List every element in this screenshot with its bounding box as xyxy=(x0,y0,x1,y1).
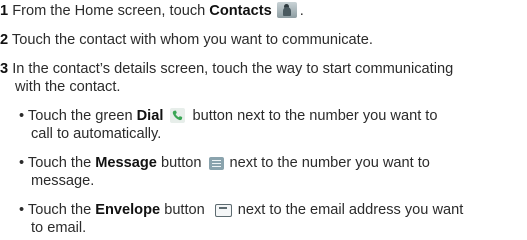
envelope-icon xyxy=(214,204,232,217)
bullet-text: next to the email address you want xyxy=(237,202,464,218)
phone-dial-icon xyxy=(170,108,186,123)
dial-label: Dial xyxy=(136,108,164,124)
step-2: 2 Touch the contact with whom you want t… xyxy=(0,31,373,49)
bullet-text: • Touch the xyxy=(19,155,92,171)
bullet-text: call to automatically. xyxy=(31,126,162,142)
step-number: 3 xyxy=(0,61,9,77)
message-label: Message xyxy=(95,155,157,171)
step-text: From the Home screen, touch xyxy=(12,3,206,19)
message-icon xyxy=(208,157,224,170)
bullet-text: message. xyxy=(31,173,95,189)
bullet-text: to email. xyxy=(31,220,87,236)
bullet-text: button xyxy=(164,202,205,218)
step-number: 1 xyxy=(0,3,9,19)
bullet-text: next to the number you want to xyxy=(229,155,430,171)
bullet-envelope: • Touch the Envelope button next to the e… xyxy=(19,201,463,219)
envelope-label: Envelope xyxy=(95,202,161,218)
bullet-text: button next to the number you want to xyxy=(192,108,438,124)
step-1: 1 From the Home screen, touch Contacts. xyxy=(0,2,304,20)
step-text: with the contact. xyxy=(15,79,121,95)
step-number: 2 xyxy=(0,32,9,48)
bullet-dial-continuation: call to automatically. xyxy=(31,125,161,143)
bullet-message-continuation: message. xyxy=(31,172,94,190)
step-3-continuation: with the contact. xyxy=(15,78,120,96)
bullet-text: button xyxy=(160,155,202,171)
contacts-app-icon xyxy=(276,2,297,18)
step-text: Touch the contact with whom you want to … xyxy=(11,32,373,48)
step-3: 3 In the contact’s details screen, touch… xyxy=(0,60,453,78)
bullet-envelope-continuation: to email. xyxy=(31,219,86,237)
instructions-page: 1 From the Home screen, touch Contacts. … xyxy=(0,0,527,240)
bullet-text: • Touch the green xyxy=(19,108,133,124)
contacts-label: Contacts xyxy=(209,3,272,19)
bullet-message: • Touch the Message button next to the nu… xyxy=(19,154,430,172)
bullet-text: • Touch the xyxy=(19,202,92,218)
step-text-end: . xyxy=(299,3,304,19)
bullet-dial: • Touch the green Dial button next to th… xyxy=(19,107,437,125)
step-text: In the contact’s details screen, touch t… xyxy=(12,61,454,77)
